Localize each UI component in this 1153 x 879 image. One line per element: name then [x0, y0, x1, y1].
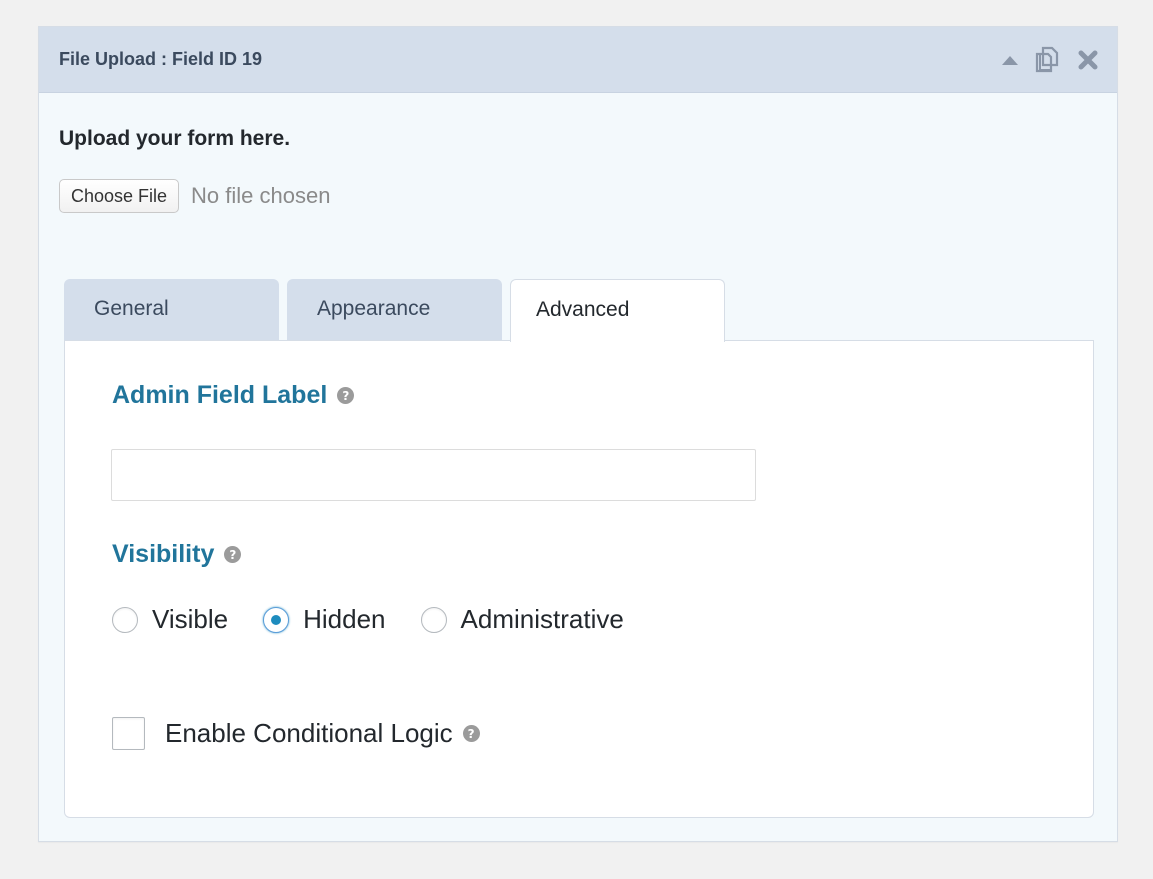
question-icon[interactable]: ?	[337, 387, 355, 404]
question-icon[interactable]: ?	[224, 546, 242, 563]
admin-field-label-title: Admin Field Label	[112, 381, 328, 409]
duplicate-icon[interactable]	[1033, 45, 1063, 75]
visibility-heading: Visibility ?	[112, 540, 242, 569]
radio-selected-dot	[271, 614, 282, 625]
radio-label-hidden: Hidden	[303, 604, 386, 634]
conditional-logic-label: Enable Conditional Logic	[165, 718, 453, 748]
tab-general[interactable]: General	[64, 279, 279, 341]
file-upload-row: Choose File No file chosen	[59, 179, 330, 213]
settings-tabs: General Appearance Advanced	[64, 279, 1094, 342]
conditional-logic-row[interactable]: Enable Conditional Logic ?	[112, 717, 480, 750]
close-icon[interactable]	[1077, 49, 1099, 71]
admin-field-label-heading: Admin Field Label ?	[112, 381, 355, 410]
choose-file-button[interactable]: Choose File	[59, 179, 180, 213]
admin-field-label-input[interactable]	[111, 449, 756, 501]
visibility-title: Visibility	[112, 540, 215, 568]
field-label: Upload your form here.	[59, 127, 291, 150]
radio-label-administrative: Administrative	[460, 604, 624, 634]
field-settings-panel: File Upload : Field ID 19 Upload your fo…	[38, 26, 1118, 842]
visibility-radio-group: Visible Hidden Administrative	[112, 604, 659, 635]
panel-header[interactable]: File Upload : Field ID 19	[39, 27, 1117, 93]
tab-appearance[interactable]: Appearance	[287, 279, 502, 341]
radio-visible[interactable]	[112, 606, 138, 633]
panel-body: Upload your form here. Choose File No fi…	[39, 93, 1117, 841]
question-icon[interactable]: ?	[462, 725, 480, 742]
visibility-option-administrative[interactable]: Administrative	[420, 604, 624, 635]
header-actions	[1001, 43, 1099, 77]
radio-hidden[interactable]	[263, 606, 290, 633]
collapse-arrow-icon[interactable]	[1001, 54, 1019, 66]
radio-label-visible: Visible	[152, 604, 229, 634]
panel-title: File Upload : Field ID 19	[59, 49, 263, 69]
conditional-logic-checkbox[interactable]	[112, 717, 145, 750]
visibility-option-visible[interactable]: Visible	[112, 604, 228, 635]
visibility-option-hidden[interactable]: Hidden	[263, 604, 386, 635]
file-status-text: No file chosen	[191, 183, 331, 208]
radio-administrative[interactable]	[420, 606, 447, 633]
advanced-tab-content: Admin Field Label ? Visibility ? Visible…	[64, 340, 1094, 818]
tab-advanced[interactable]: Advanced	[510, 279, 725, 342]
